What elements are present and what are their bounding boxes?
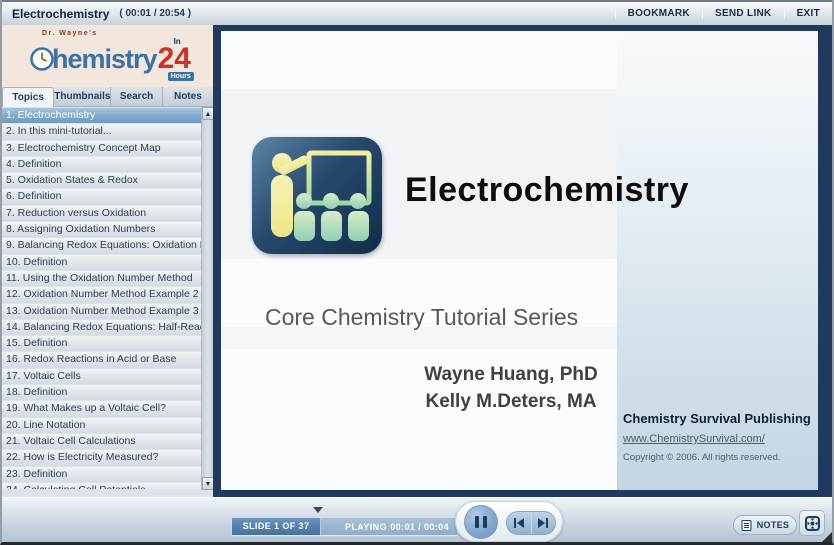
send-link-button[interactable]: SEND LINK — [701, 8, 784, 19]
publisher-website-link[interactable]: www.ChemistrySurvival.com/ — [623, 433, 813, 445]
clock-icon — [30, 47, 54, 71]
topic-item[interactable]: 15. Definition — [2, 336, 201, 352]
brand-logo: Dr. Wayne's hemistry In 24 Hours — [2, 25, 213, 87]
topics-list: 1. Electrochemistry 2. In this mini-tutor… — [2, 107, 201, 489]
topic-item[interactable]: 11. Using the Oxidation Number Method — [2, 270, 201, 287]
pause-icon — [475, 516, 479, 528]
skip-controls — [506, 511, 556, 535]
author-line: Wayne Huang, PhD — [424, 364, 598, 385]
playback-time: 00:01 / 00:04 — [390, 521, 449, 532]
course-title: Electrochemistry — [12, 6, 110, 21]
topic-item[interactable]: 19. What Makes up a Voltaic Cell? — [2, 401, 201, 417]
topic-item[interactable]: 8. Assigning Oxidation Numbers — [2, 222, 201, 238]
topic-item[interactable]: 18. Definition — [2, 385, 201, 401]
slide-series-subtitle: Core Chemistry Tutorial Series — [265, 304, 579, 330]
previous-icon — [513, 518, 524, 528]
publisher-name: Chemistry Survival Publishing — [623, 411, 811, 426]
topic-item[interactable]: 7. Reduction versus Oxidation — [2, 205, 201, 222]
topic-item[interactable]: 20. Line Notation — [2, 417, 201, 433]
bookmark-button[interactable]: BOOKMARK — [614, 8, 702, 19]
classroom-teacher-icon — [252, 137, 382, 254]
slide-authors: Wayne Huang, PhD Kelly M.Deters, MA — [381, 361, 641, 415]
seek-marker-icon[interactable] — [313, 507, 323, 513]
topic-item[interactable]: 9. Balancing Redox Equations: Oxidation … — [2, 238, 201, 254]
course-player-window: Electrochemistry ( 00:01 / 20:54 ) BOOKM… — [0, 0, 834, 545]
player-bar: SLIDE 1 OF 37 PLAYING 00:01 / 00:04 NOTE… — [2, 497, 832, 542]
logo-hours: Hours — [167, 71, 194, 81]
titlebar-actions: BOOKMARK SEND LINK EXIT — [614, 2, 832, 25]
slide-indicator[interactable]: SLIDE 1 OF 37 — [232, 518, 321, 535]
topic-item[interactable]: 4. Definition — [2, 156, 201, 173]
copyright-text: Copyright © 2006. All rights reserved. — [623, 452, 781, 463]
topic-item[interactable]: 21. Voltaic Cell Calculations — [2, 433, 201, 450]
notes-document-icon — [741, 519, 752, 531]
tab-topics[interactable]: Topics — [2, 87, 55, 107]
window-resize-grip[interactable] — [822, 532, 832, 542]
tab-notes[interactable]: Notes — [162, 87, 214, 107]
sidebar: Dr. Wayne's hemistry In 24 Hours Topics … — [2, 25, 214, 497]
tab-search[interactable]: Search — [111, 87, 163, 107]
topic-item[interactable]: 3. Electrochemistry Concept Map — [2, 140, 201, 156]
next-icon — [538, 518, 549, 528]
slide-canvas: Electrochemistry Core Chemistry Tutorial… — [221, 31, 818, 490]
pause-icon — [483, 516, 487, 528]
topic-item[interactable]: 24. Calculating Cell Potentials — [2, 482, 201, 489]
topic-item[interactable]: 6. Definition — [2, 189, 201, 205]
topic-item[interactable]: 17. Voltaic Cells — [2, 368, 201, 385]
tab-thumbnails[interactable]: Thumbnails — [54, 87, 112, 107]
topic-item[interactable]: 13. Oxidation Number Method Example 3 — [2, 303, 201, 319]
playback-status: PLAYING — [345, 521, 387, 532]
playback-controls — [455, 501, 563, 542]
topic-item[interactable]: 1. Electrochemistry — [2, 108, 201, 124]
slide-stage: Electrochemistry Core Chemistry Tutorial… — [213, 25, 832, 497]
previous-slide-button[interactable] — [507, 512, 532, 534]
logo-word: hemistry — [52, 43, 158, 74]
topic-item[interactable]: 12. Oxidation Number Method Example 2 — [2, 287, 201, 303]
topic-item[interactable]: 22. How is Electricity Measured? — [2, 450, 201, 466]
slide-title: Electrochemistry — [405, 171, 689, 209]
topic-item[interactable]: 2. In this mini-tutorial... — [2, 124, 201, 140]
logo-number: 24 — [157, 42, 191, 75]
publisher-block: Chemistry Survival Publishing www.Chemis… — [623, 411, 813, 463]
author-line: Kelly M.Deters, MA — [425, 391, 597, 412]
topic-item[interactable]: 14. Balancing Redox Equations: Half-Reac… — [2, 319, 201, 336]
logo-tagline: Dr. Wayne's — [42, 30, 98, 37]
sidebar-tabs: Topics Thumbnails Search Notes — [2, 87, 214, 107]
topic-item[interactable]: 5. Oxidation States & Redox — [2, 173, 201, 189]
topics-scrollbar[interactable]: ▲ ▼ — [201, 107, 214, 490]
exit-button[interactable]: EXIT — [783, 8, 832, 19]
fullscreen-icon — [804, 515, 820, 531]
topic-item[interactable]: 16. Redox Reactions in Acid or Base — [2, 352, 201, 368]
course-elapsed-time: ( 00:01 / 20:54 ) — [119, 8, 192, 19]
pause-button[interactable] — [464, 505, 498, 539]
title-bar: Electrochemistry ( 00:01 / 20:54 ) BOOKM… — [2, 0, 832, 25]
notes-button[interactable]: NOTES — [733, 515, 797, 535]
notes-label: NOTES — [756, 520, 790, 530]
topic-item[interactable]: 10. Definition — [2, 254, 201, 270]
next-slide-button[interactable] — [532, 512, 556, 534]
playback-segment[interactable]: PLAYING 00:01 / 00:04 — [321, 518, 457, 535]
topic-item[interactable]: 23. Definition — [2, 466, 201, 482]
progress-bar[interactable]: SLIDE 1 OF 37 PLAYING 00:01 / 00:04 — [232, 518, 457, 535]
